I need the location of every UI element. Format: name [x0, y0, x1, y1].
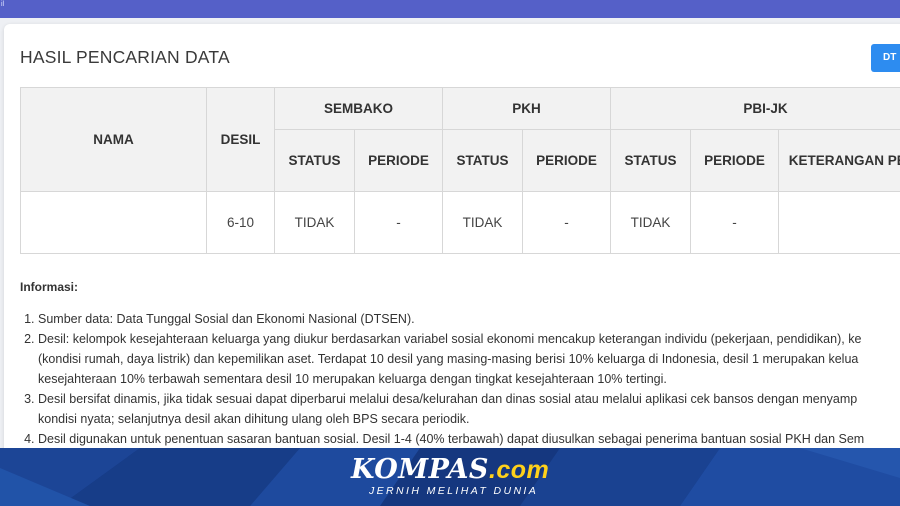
info-item-3-line-2: kondisi nyata; selanjutnya desil akan di… — [38, 412, 470, 426]
header-desil: DESIL — [206, 87, 275, 192]
list-item: Desil bersifat dinamis, jika tidak sesua… — [38, 389, 900, 429]
page-title: HASIL PENCARIAN DATA — [20, 47, 230, 67]
cell-pbi-status: TIDAK — [610, 191, 692, 254]
cell-pkh-periode: - — [522, 191, 612, 254]
header-sembako: SEMBAKO — [273, 87, 444, 130]
header-sembako-status: STATUS — [274, 129, 355, 192]
header-keterangan-pbi: KETERANGAN PBI — [778, 129, 900, 192]
result-table: NAMA DESIL SEMBAKO PKH PBI-JK STATUS PER… — [20, 87, 900, 254]
logo-tld: .com — [488, 456, 550, 484]
cell-sembako-status: TIDAK — [274, 191, 355, 254]
topbar-corner-text: il — [1, 1, 5, 8]
cell-nama — [20, 191, 207, 254]
header-pbi-jk: PBI-JK — [610, 87, 900, 130]
cell-pkh-status: TIDAK — [442, 191, 524, 254]
header-pbi-periode: PERIODE — [690, 129, 780, 192]
kompas-logo: KOMPAS.com JERNIH MELIHAT DUNIA — [351, 455, 556, 499]
header-pkh: PKH — [442, 87, 612, 130]
export-button[interactable]: DT — [871, 44, 900, 72]
cell-keterangan-pbi — [778, 191, 900, 254]
cell-pbi-periode: - — [690, 191, 780, 254]
list-item: Desil: kelompok kesejahteraan keluarga y… — [38, 329, 900, 389]
info-item-4-line-1: Desil digunakan untuk penentuan sasaran … — [38, 432, 865, 446]
list-item: Sumber data: Data Tunggal Sosial dan Eko… — [38, 309, 900, 329]
info-item-2-line-3: kesejahteraan 10% terbawah sementara des… — [38, 372, 667, 386]
cell-desil: 6-10 — [206, 191, 275, 254]
information-title: Informasi: — [20, 280, 79, 294]
information-list: Sumber data: Data Tunggal Sosial dan Eko… — [20, 309, 900, 449]
info-item-2-line-2: (kondisi rumah, daya listrik) dan kepemi… — [38, 352, 859, 366]
cell-sembako-periode: - — [353, 191, 444, 254]
info-item-1-line-1: Sumber data: Data Tunggal Sosial dan Eko… — [38, 312, 415, 326]
header-sembako-periode: PERIODE — [353, 129, 444, 192]
info-item-3-line-1: Desil bersifat dinamis, jika tidak sesua… — [38, 392, 858, 406]
header-nama: NAMA — [20, 87, 207, 192]
information-section: Informasi: Sumber data: Data Tunggal Sos… — [20, 280, 900, 449]
header-pkh-status: STATUS — [442, 129, 524, 192]
header-pkh-periode: PERIODE — [522, 129, 612, 192]
list-item: Desil digunakan untuk penentuan sasaran … — [38, 429, 900, 449]
header-pbi-status: STATUS — [610, 129, 692, 192]
top-navigation-bar: il — [0, 0, 900, 18]
info-item-2-line-1: Desil: kelompok kesejahteraan keluarga y… — [38, 332, 862, 346]
logo-brand: KOMPAS — [351, 454, 489, 485]
table-row: 6-10 TIDAK - TIDAK - TIDAK - — [20, 191, 900, 254]
logo-tagline: JERNIH MELIHAT DUNIA — [369, 485, 539, 497]
